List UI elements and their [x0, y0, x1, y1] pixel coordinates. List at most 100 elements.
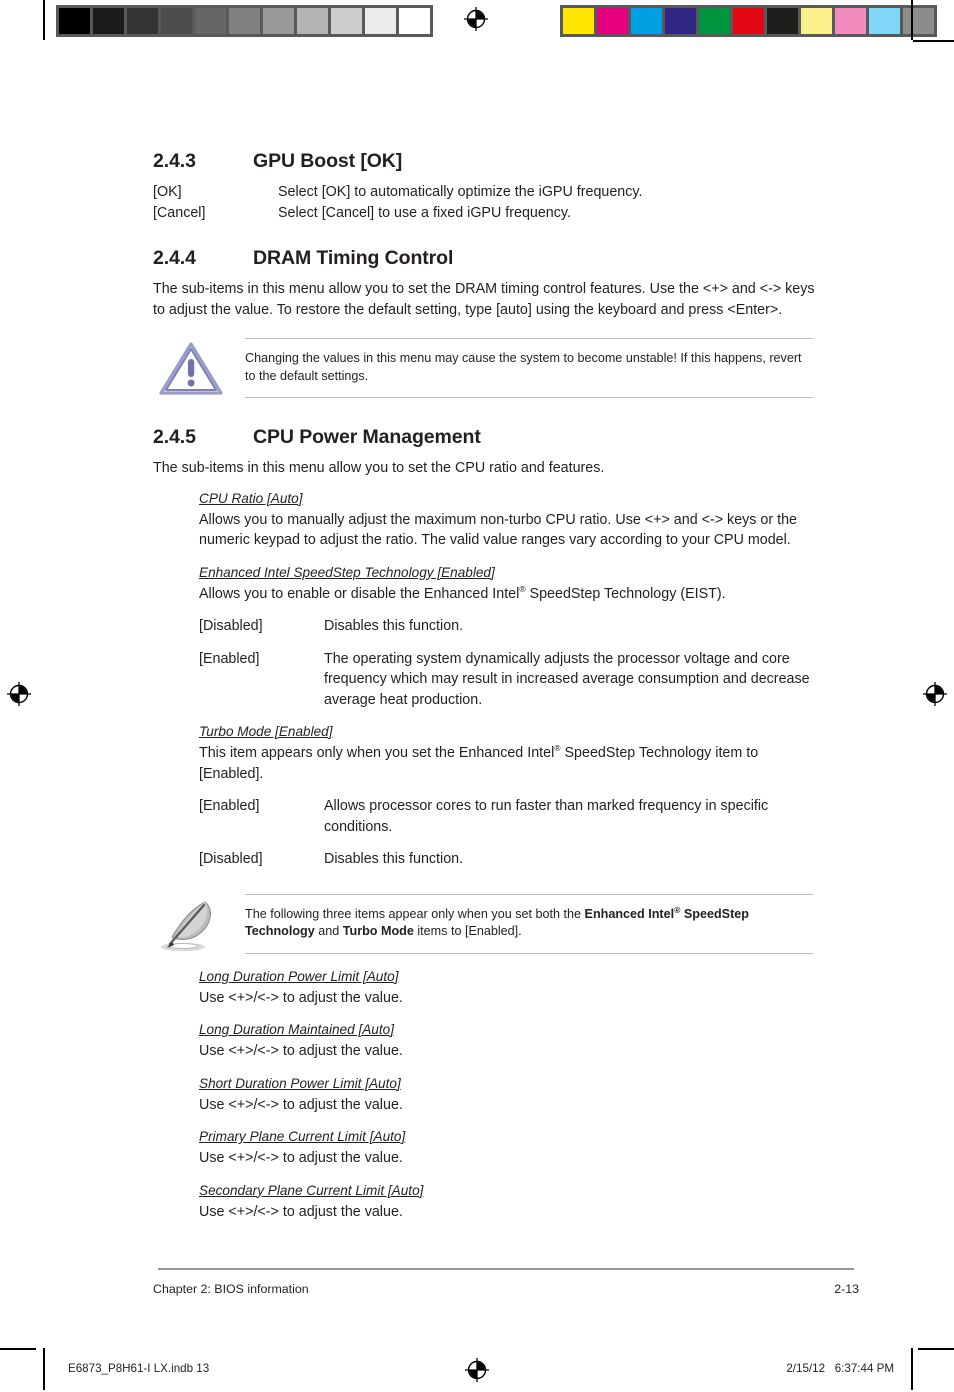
limit-item-heading: Primary Plane Current Limit [Auto] [199, 1129, 406, 1144]
calibration-swatch [263, 8, 297, 34]
section-title: CPU Power Management [253, 426, 481, 448]
calibration-swatch [563, 8, 597, 34]
quill-pen-icon [155, 894, 229, 956]
registration-target-icon-top [463, 6, 489, 32]
section-heading-cpu-power: 2.4.5 CPU Power Management [153, 426, 813, 449]
calibration-swatch [365, 8, 399, 34]
section-title: DRAM Timing Control [253, 247, 454, 269]
calibration-swatch [597, 8, 631, 34]
production-info-line: E6873_P8H61-I LX.indb 13 2/15/12 6:37:44… [0, 1358, 954, 1382]
calibration-swatch [127, 8, 161, 34]
option-row: [Disabled] Disables this function. [199, 849, 813, 870]
subitem-cpu-ratio: CPU Ratio [Auto] Allows you to manually … [199, 490, 813, 551]
trim-mark [913, 40, 954, 42]
section-heading-gpu-boost: 2.4.3 GPU Boost [OK] [153, 150, 813, 173]
section-number: 2.4.5 [153, 426, 196, 448]
page-footer: Chapter 2: BIOS information 2-13 [153, 1281, 859, 1297]
calibration-swatch [699, 8, 733, 34]
subitem-body: Allows you to manually adjust the maximu… [199, 511, 797, 549]
option-key: [Disabled] [199, 618, 263, 634]
limit-item-heading: Secondary Plane Current Limit [Auto] [199, 1182, 424, 1198]
note-text-post: items to [Enabled]. [413, 924, 522, 938]
subitem-heading: CPU Ratio [Auto] [199, 490, 303, 506]
calibration-swatch [331, 8, 365, 34]
warning-callout: Changing the values in this menu may cau… [153, 338, 813, 398]
note-text: The following three items appear only wh… [245, 905, 813, 941]
trim-mark [0, 1348, 36, 1350]
note-callout: The following three items appear only wh… [153, 893, 813, 956]
option-row: [OK] Select [OK] to automatically optimi… [153, 182, 813, 203]
body-text-pre: Allows you to enable or disable the Enha… [199, 585, 520, 602]
calibration-swatch [665, 8, 699, 34]
calibration-swatch [733, 8, 767, 34]
trim-mark [918, 1348, 954, 1350]
option-key: [Disabled] [199, 851, 263, 867]
subitem-turbo-mode: Turbo Mode [Enabled] This item appears o… [199, 723, 813, 870]
option-key: [Enabled] [199, 798, 260, 814]
section-number: 2.4.4 [153, 247, 196, 269]
subitem-body: Allows you to enable or disable the Enha… [199, 584, 811, 605]
option-description: The operating system dynamically adjusts… [324, 650, 810, 708]
limit-item-heading: Long Duration Maintained [Auto] [199, 1022, 394, 1037]
note-text-box: The following three items appear only wh… [245, 893, 813, 954]
color-calibration-bar [560, 5, 937, 37]
warning-triangle-icon [155, 338, 229, 400]
registration-target-icon-left [6, 681, 32, 707]
calibration-swatch [161, 8, 195, 34]
limit-item-body: Use <+>/<-> to adjust the value. [199, 1203, 403, 1220]
calibration-swatch [195, 8, 229, 34]
subitem-heading-wrap: CPU Ratio [Auto] [199, 490, 813, 510]
limit-item: Short Duration Power Limit [Auto] [199, 1075, 813, 1095]
production-filename: E6873_P8H61-I LX.indb 13 [68, 1362, 210, 1375]
limit-items-list: Long Duration Power Limit [Auto] Use <+>… [199, 968, 813, 1223]
subitem-heading: Turbo Mode [Enabled] [199, 724, 333, 739]
limit-item: Long Duration Maintained [Auto] [199, 1021, 813, 1041]
calibration-swatch [903, 8, 934, 34]
section-heading-dram-timing: 2.4.4 DRAM Timing Control [153, 247, 813, 270]
calibration-swatch [767, 8, 801, 34]
warning-text-box: Changing the values in this menu may cau… [245, 338, 813, 398]
subitem-body: This item appears only when you set the … [199, 743, 814, 784]
subitem-eist: Enhanced Intel SpeedStep Technology [Ena… [199, 564, 813, 711]
section-title: GPU Boost [OK] [253, 150, 403, 172]
production-timestamp: 2/15/12 6:37:44 PM [786, 1362, 894, 1375]
option-key: [OK] [153, 184, 182, 200]
page-content: 2.4.3 GPU Boost [OK] [OK] Select [OK] to… [153, 150, 815, 1223]
option-description: Select [OK] to automatically optimize th… [278, 184, 643, 200]
option-description: Select [Cancel] to use a fixed iGPU freq… [278, 204, 571, 221]
footer-chapter-label: Chapter 2: BIOS information [153, 1282, 309, 1296]
calibration-swatch [93, 8, 127, 34]
section-intro-paragraph: The sub-items in this menu allow you to … [153, 281, 815, 318]
document-page: 2.4.3 GPU Boost [OK] [OK] Select [OK] to… [0, 0, 954, 1392]
body-text-post: SpeedStep Technology (EIST). [525, 585, 726, 602]
note-bold-eist-text: Enhanced Intel [584, 906, 675, 921]
limit-item: Long Duration Power Limit [Auto] [199, 968, 813, 988]
option-row: [Enabled] The operating system dynamical… [199, 649, 811, 711]
limit-item-heading: Long Duration Power Limit [Auto] [199, 968, 399, 984]
limit-item-body: Use <+>/<-> to adjust the value. [199, 1096, 403, 1113]
option-key: [Enabled] [199, 650, 260, 667]
option-row: [Disabled] Disables this function. [199, 616, 813, 637]
subitem-heading: Enhanced Intel SpeedStep Technology [Ena… [199, 564, 495, 580]
calibration-swatch [59, 8, 93, 34]
calibration-swatch [631, 8, 665, 34]
body-text-pre: This item appears only when you set the … [199, 745, 555, 761]
trim-mark [911, 0, 913, 40]
calibration-swatch [229, 8, 263, 34]
warning-text: Changing the values in this menu may cau… [245, 351, 802, 383]
registration-target-icon-bottom [464, 1357, 490, 1386]
note-bold-turbo: Turbo Mode [342, 924, 414, 938]
calibration-swatch [869, 8, 903, 34]
calibration-swatch [399, 8, 430, 34]
option-row: [Cancel] Select [Cancel] to use a fixed … [153, 203, 813, 224]
option-description: Disables this function. [324, 851, 464, 867]
calibration-swatch [297, 8, 331, 34]
option-description: Disables this function. [324, 618, 464, 634]
limit-item: Primary Plane Current Limit [Auto] [199, 1128, 813, 1148]
option-row: [Enabled] Allows processor cores to run … [199, 796, 817, 837]
limit-item-body: Use <+>/<-> to adjust the value. [199, 1043, 403, 1059]
option-description: Allows processor cores to run faster tha… [324, 798, 769, 835]
trim-mark [43, 0, 45, 40]
calibration-swatch [801, 8, 835, 34]
limit-item-body: Use <+>/<-> to adjust the value. [199, 1150, 403, 1166]
